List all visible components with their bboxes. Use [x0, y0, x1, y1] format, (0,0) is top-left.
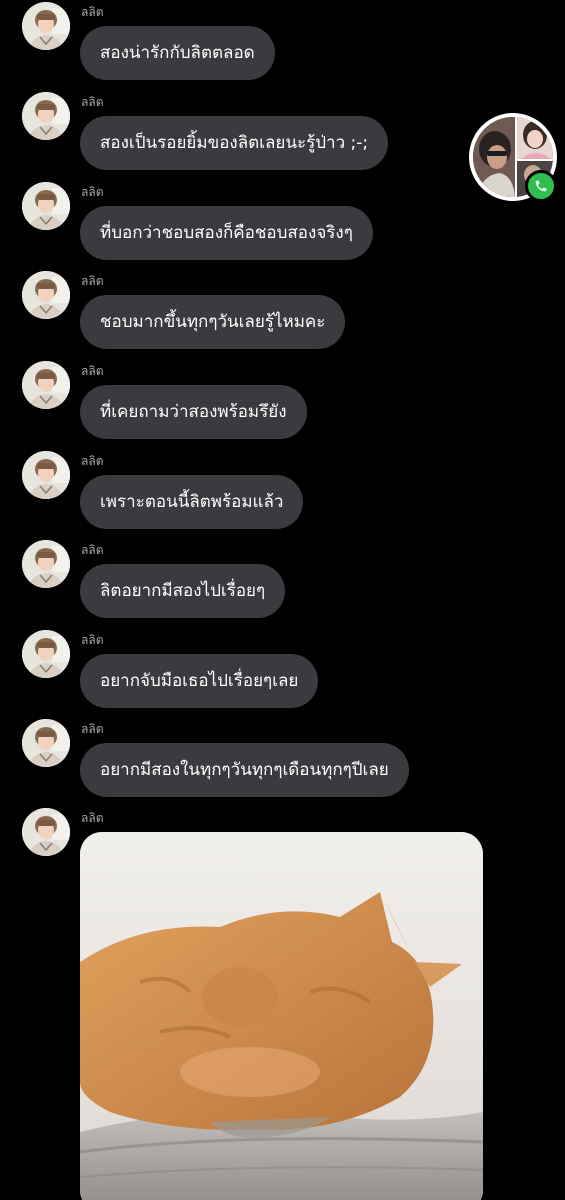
sender-name: ลลิต [81, 722, 104, 736]
message-row: ลลิต ที่เคยถามว่าสองพร้อมรึยัง [0, 359, 470, 449]
message-bubble[interactable]: สองน่ารักกับลิตตลอด [80, 26, 275, 80]
message-row: ลลิต ลิตอยากมีสองไปเรื่อยๆ [0, 538, 470, 628]
message-bubble[interactable]: ที่บอกว่าชอบสองก็คือชอบสองจริงๆ [80, 206, 373, 260]
message-row: ลลิต ที่บอกว่าชอบสองก็คือชอบสองจริงๆ [0, 180, 470, 270]
message-bubble[interactable]: ชอบมากขึ้นทุกๆวันเลยรู้ไหมคะ [80, 295, 346, 349]
sender-name: ลลิต [81, 633, 104, 647]
message-bubble[interactable]: อยากมีสองในทุกๆวันทุกๆเดือนทุกๆปีเลย [80, 743, 409, 797]
message-row: ลลิต สองเป็นรอยยิ้มของลิตเลยนะรู้ป่าว ;-… [0, 90, 470, 180]
message-bubble[interactable]: เพราะตอนนี้ลิตพร้อมแล้ว [80, 475, 304, 529]
message-row: ลลิต อยากมีสองในทุกๆวันทุกๆเดือนทุกๆปีเล… [0, 717, 470, 807]
message-bubble[interactable]: สองเป็นรอยยิ้มของลิตเลยนะรู้ป่าว ;-; [80, 116, 389, 170]
sender-avatar[interactable] [22, 630, 70, 678]
sender-name: ลลิต [81, 543, 104, 557]
sender-avatar[interactable] [22, 808, 70, 856]
message-bubble[interactable]: ที่เคยถามว่าสองพร้อมรึยัง [80, 385, 307, 439]
message-row: ลลิต สองน่ารักกับลิตตลอด [0, 0, 470, 90]
sender-name: ลลิต [81, 5, 104, 19]
sender-name: ลลิต [81, 95, 104, 109]
chat-thread[interactable]: ลลิต สองน่ารักกับลิตตลอด ลลิต สองเป็นรอย… [0, 0, 565, 1200]
message-row: ลลิต เพราะตอนนี้ลิตพร้อมแล้ว [0, 449, 470, 539]
photo-message[interactable] [80, 832, 483, 1200]
sender-avatar[interactable] [22, 271, 70, 319]
sender-name: ลลิต [81, 454, 104, 468]
message-bubble[interactable]: ลิตอยากมีสองไปเรื่อยๆ [80, 564, 286, 618]
sender-avatar[interactable] [22, 719, 70, 767]
message-row: ลลิต อยากจับมือเธอไปเรื่อยๆเลย [0, 628, 470, 718]
sender-avatar[interactable] [22, 361, 70, 409]
sender-name: ลลิต [81, 185, 104, 199]
sender-avatar[interactable] [22, 92, 70, 140]
sender-name: ลลิต [81, 811, 104, 825]
sender-avatar[interactable] [22, 2, 70, 50]
phone-icon[interactable] [525, 170, 557, 202]
sender-avatar[interactable] [22, 182, 70, 230]
sender-avatar[interactable] [22, 451, 70, 499]
message-bubble[interactable]: อยากจับมือเธอไปเรื่อยๆเลย [80, 654, 319, 708]
sender-name: ลลิต [81, 364, 104, 378]
message-row: ลลิต ชอบมากขึ้นทุกๆวันเลยรู้ไหมคะ [0, 269, 470, 359]
sender-name: ลลิต [81, 274, 104, 288]
sender-avatar[interactable] [22, 540, 70, 588]
